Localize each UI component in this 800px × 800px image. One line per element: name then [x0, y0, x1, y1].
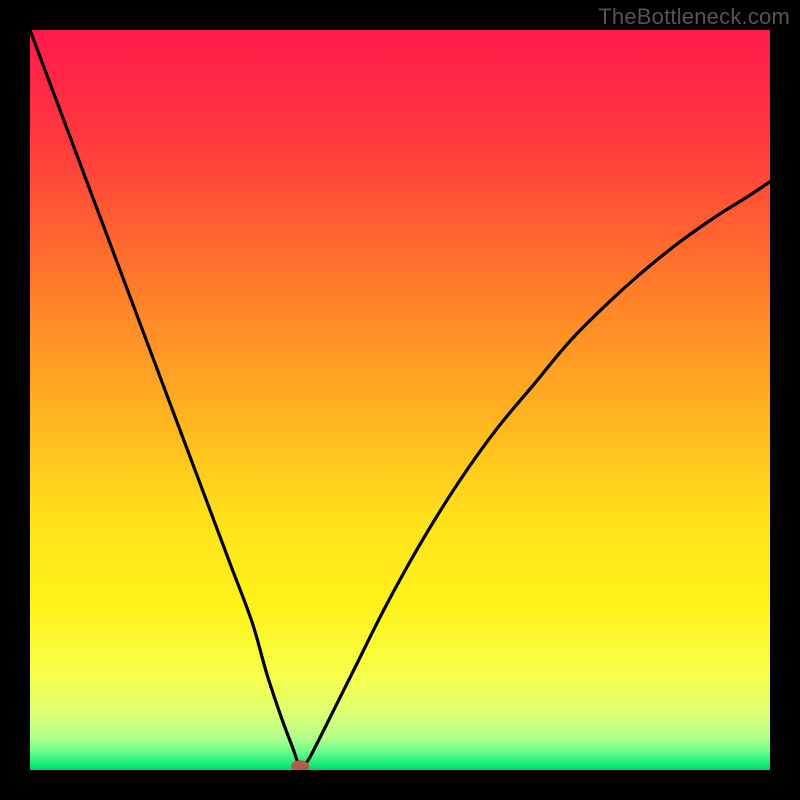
gradient-background: [30, 30, 770, 770]
bottleneck-curve-chart: [30, 30, 770, 770]
plot-area: [30, 30, 770, 770]
chart-frame: TheBottleneck.com: [0, 0, 800, 800]
watermark-text: TheBottleneck.com: [598, 4, 790, 30]
